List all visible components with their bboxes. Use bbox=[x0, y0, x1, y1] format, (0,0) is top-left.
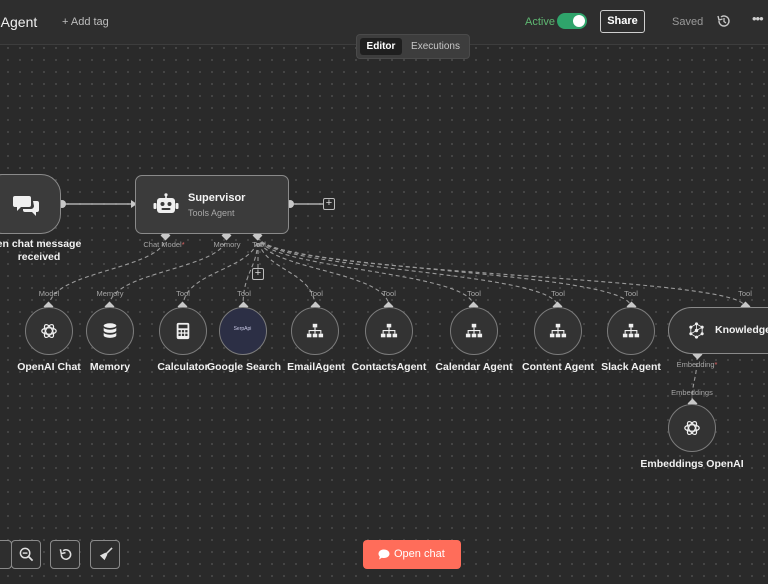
slack-agent-node[interactable] bbox=[607, 307, 655, 355]
tool-port-label: Tool bbox=[551, 289, 565, 298]
history-icon[interactable] bbox=[716, 13, 732, 29]
sitemap-icon bbox=[465, 323, 483, 338]
open-chat-label: Open chat bbox=[394, 548, 445, 560]
tool-port-label: Tool bbox=[467, 289, 481, 298]
openai-icon bbox=[41, 323, 57, 339]
contacts-agent-label: ContactsAgent bbox=[351, 361, 427, 373]
knowledge-node[interactable]: Knowledge bbox=[668, 307, 768, 354]
calculator-label: Calculator bbox=[157, 361, 209, 373]
tab-editor[interactable]: Editor bbox=[360, 38, 402, 55]
add-tag-button[interactable]: + Add tag bbox=[62, 16, 109, 28]
calendar-agent-label: Calendar Agent bbox=[435, 361, 513, 373]
tool-port-label: Model bbox=[38, 289, 60, 298]
vector-store-icon bbox=[689, 322, 704, 339]
memory-label: Memory bbox=[89, 361, 131, 373]
embeddings-openai-label: Embeddings OpenAI bbox=[640, 458, 744, 470]
tidy-up-button[interactable] bbox=[90, 540, 120, 569]
embeddings-openai-node[interactable] bbox=[668, 404, 716, 452]
zoom-out-button[interactable] bbox=[11, 540, 41, 569]
tool-port-label: Tool bbox=[176, 289, 190, 298]
chat-bubbles-icon bbox=[13, 196, 39, 216]
tool-port-label: Tool bbox=[237, 289, 251, 298]
add-node-button[interactable]: + bbox=[323, 198, 335, 210]
sitemap-icon bbox=[549, 323, 567, 338]
content-agent-node[interactable] bbox=[534, 307, 582, 355]
zoom-out-icon bbox=[19, 547, 34, 562]
content-agent-label: Content Agent bbox=[522, 361, 594, 373]
contacts-agent-node[interactable] bbox=[365, 307, 413, 355]
port-label-embedding: Embedding* bbox=[676, 360, 718, 369]
port-label-chat-model: Chat Model* bbox=[143, 240, 185, 249]
email-agent-label: EmailAgent bbox=[287, 361, 345, 373]
slack-agent-label: Slack Agent bbox=[601, 361, 661, 373]
calendar-agent-node[interactable] bbox=[450, 307, 498, 355]
sitemap-icon bbox=[622, 323, 640, 338]
supervisor-subtitle: Tools Agent bbox=[188, 208, 235, 218]
google-search-node[interactable]: SerpApi bbox=[219, 307, 267, 355]
openai-icon bbox=[684, 420, 700, 436]
database-icon bbox=[103, 323, 117, 338]
chat-trigger-node[interactable] bbox=[0, 174, 61, 234]
undo-icon bbox=[59, 549, 72, 560]
toggle-knob bbox=[573, 15, 585, 27]
active-label: Active bbox=[525, 16, 555, 28]
google-search-label: Google Search bbox=[206, 361, 282, 373]
serpapi-icon: SerpApi bbox=[233, 326, 252, 332]
tool-port-label: Tool bbox=[738, 289, 752, 298]
knowledge-label: Knowledge bbox=[715, 324, 768, 336]
calculator-icon bbox=[176, 322, 190, 340]
memory-node[interactable] bbox=[86, 307, 134, 355]
openai-chat-node[interactable] bbox=[25, 307, 73, 355]
saved-status: Saved bbox=[672, 16, 704, 28]
tool-port-label: Memory bbox=[96, 289, 124, 298]
open-chat-button[interactable]: Open chat bbox=[363, 540, 461, 569]
chat-icon bbox=[378, 549, 390, 560]
active-toggle[interactable] bbox=[557, 13, 587, 29]
supervisor-title: Supervisor bbox=[188, 192, 246, 204]
email-agent-node[interactable] bbox=[291, 307, 339, 355]
port-label-tool: Tool bbox=[252, 240, 266, 249]
tool-port-label: Tool bbox=[309, 289, 323, 298]
chat-trigger-label: en chat message received bbox=[0, 238, 82, 263]
workflow-name[interactable]: -Agent bbox=[0, 14, 37, 30]
tool-port-label: Tool bbox=[382, 289, 396, 298]
reset-zoom-button[interactable] bbox=[50, 540, 80, 569]
port-label-memory: Memory bbox=[213, 240, 241, 249]
broom-icon bbox=[99, 547, 113, 561]
openai-chat-label: OpenAI Chat bbox=[17, 361, 81, 373]
supervisor-node[interactable]: Supervisor Tools Agent bbox=[135, 175, 289, 234]
sitemap-icon bbox=[306, 323, 324, 338]
tab-executions[interactable]: Executions bbox=[405, 38, 466, 55]
view-tabs: Editor Executions bbox=[356, 34, 470, 59]
calculator-node[interactable] bbox=[159, 307, 207, 355]
tool-port-label: Tool bbox=[624, 289, 638, 298]
port-label-embeddings: Embeddings bbox=[671, 388, 713, 397]
more-options-icon[interactable]: ••• bbox=[752, 11, 764, 26]
share-button[interactable]: Share bbox=[600, 10, 645, 33]
robot-icon bbox=[153, 193, 179, 213]
add-tool-button[interactable]: + bbox=[252, 268, 264, 280]
sitemap-icon bbox=[380, 323, 398, 338]
